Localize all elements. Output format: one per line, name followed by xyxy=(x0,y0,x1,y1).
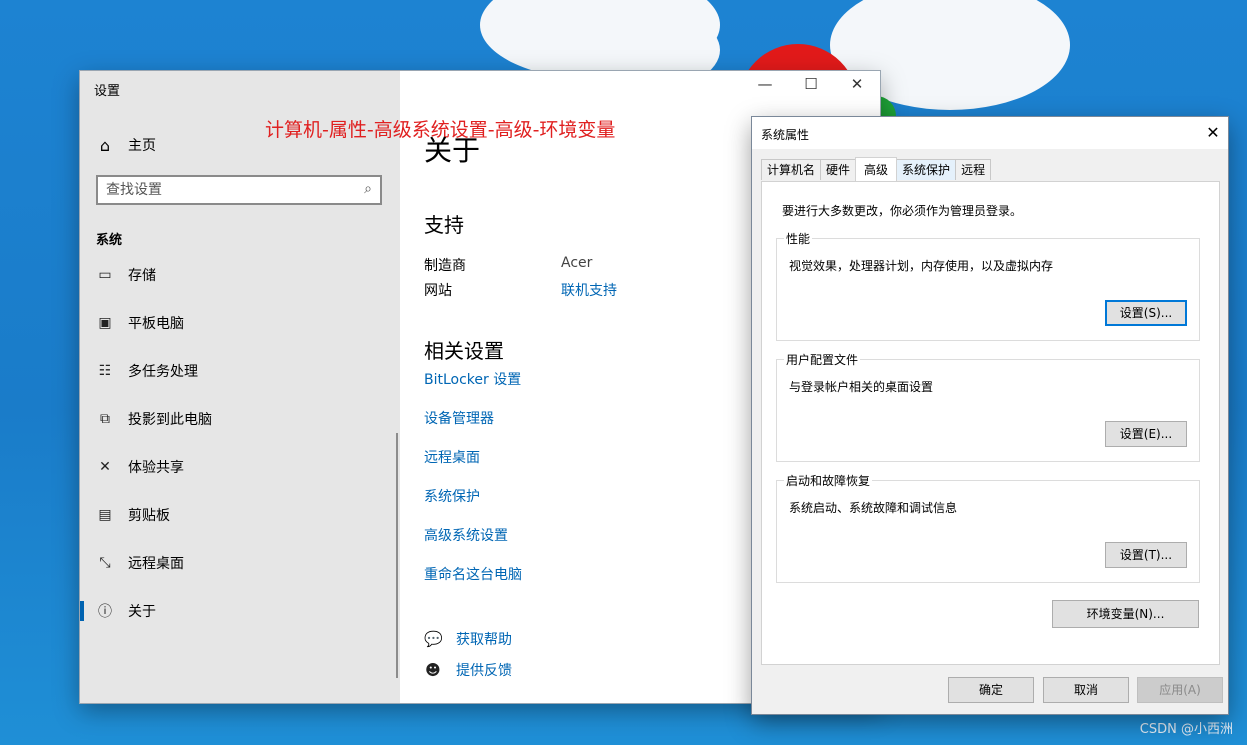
dialog-title: 系统属性 xyxy=(761,128,810,142)
feedback-icon: ☻ xyxy=(425,661,441,679)
sidebar-item-label: 平板电脑 xyxy=(128,316,184,332)
link-advanced-system-settings[interactable]: 高级系统设置 xyxy=(424,525,508,545)
apply-button[interactable]: 应用(A) xyxy=(1137,677,1223,703)
advanced-tab-panel: 要进行大多数更改，你必须作为管理员登录。 性能 视觉效果，处理器计划，内存使用，… xyxy=(761,181,1220,665)
info-icon: ⓘ xyxy=(98,604,112,620)
website-link[interactable]: 联机支持 xyxy=(561,280,617,300)
performance-group: 性能 视觉效果，处理器计划，内存使用，以及虚拟内存 设置(S)... xyxy=(776,230,1200,341)
performance-settings-button[interactable]: 设置(S)... xyxy=(1105,300,1187,326)
sidebar-item-storage[interactable]: ▭ 存储 xyxy=(80,251,400,299)
link-bitlocker[interactable]: BitLocker 设置 xyxy=(424,369,521,389)
tab-remote[interactable]: 远程 xyxy=(955,159,992,180)
multitask-icon: ☷ xyxy=(98,363,112,379)
environment-variables-button[interactable]: 环境变量(N)... xyxy=(1052,600,1199,628)
startup-recovery-group: 启动和故障恢复 系统启动、系统故障和调试信息 设置(T)... xyxy=(776,472,1200,583)
tab-computer-name[interactable]: 计算机名 xyxy=(761,159,822,180)
window-title: 设置 xyxy=(94,84,121,99)
search-box[interactable]: ⌕ xyxy=(96,175,382,205)
dialog-close-button[interactable]: ✕ xyxy=(1198,117,1228,149)
storage-icon: ▭ xyxy=(98,267,112,283)
sidebar-item-label: 关于 xyxy=(128,604,156,620)
user-profiles-group: 用户配置文件 与登录帐户相关的桌面设置 设置(E)... xyxy=(776,351,1200,462)
dialog-tabs: 计算机名 硬件 高级 系统保护 远程 xyxy=(761,157,992,181)
sidebar-section-heading: 系统 xyxy=(96,233,123,248)
home-label: 主页 xyxy=(128,138,156,154)
tab-hardware[interactable]: 硬件 xyxy=(820,159,857,180)
feedback-link[interactable]: ☻ 提供反馈 xyxy=(424,660,512,680)
sidebar-scrollbar[interactable] xyxy=(396,433,398,678)
sidebar-home[interactable]: ⌂ 主页 xyxy=(96,135,156,155)
sidebar-item-remote-desktop[interactable]: ⤡ 远程桌面 xyxy=(80,539,400,587)
tablet-icon: ▣ xyxy=(98,315,112,331)
tab-system-protection[interactable]: 系统保护 xyxy=(896,159,957,180)
dialog-titlebar: 系统属性 ✕ xyxy=(752,117,1228,149)
tab-advanced[interactable]: 高级 xyxy=(855,157,898,181)
get-help-link[interactable]: 💬 获取帮助 xyxy=(424,629,512,649)
sidebar-item-label: 投影到此电脑 xyxy=(128,412,212,428)
link-device-manager[interactable]: 设备管理器 xyxy=(424,408,494,428)
sidebar-item-label: 剪贴板 xyxy=(128,508,170,524)
admin-note: 要进行大多数更改，你必须作为管理员登录。 xyxy=(782,204,1023,218)
website-label: 网站 xyxy=(424,283,452,299)
group-description: 与登录帐户相关的桌面设置 xyxy=(789,380,934,394)
feedback-label: 提供反馈 xyxy=(456,663,512,679)
search-icon[interactable]: ⌕ xyxy=(364,181,372,197)
help-chat-icon: 💬 xyxy=(424,630,443,648)
watermark: CSDN @小西洲 xyxy=(1139,722,1233,737)
settings-sidebar: 设置 ⌂ 主页 ⌕ 系统 ▭ 存储 ▣ 平板电脑 ☷ 多任务处理 ⧉ xyxy=(80,71,400,703)
related-settings-heading: 相关设置 xyxy=(424,339,504,363)
group-label: 启动和故障恢复 xyxy=(784,472,873,489)
sidebar-item-label: 存储 xyxy=(128,268,156,284)
sidebar-item-share[interactable]: ✕ 体验共享 xyxy=(80,443,400,491)
group-description: 视觉效果，处理器计划，内存使用，以及虚拟内存 xyxy=(789,259,1054,273)
sidebar-item-label: 体验共享 xyxy=(128,460,184,476)
manufacturer-label: 制造商 xyxy=(424,258,466,274)
sidebar-item-project[interactable]: ⧉ 投影到此电脑 xyxy=(80,395,400,443)
remote-desktop-icon: ⤡ xyxy=(99,555,111,571)
sidebar-item-multitask[interactable]: ☷ 多任务处理 xyxy=(80,347,400,395)
share-icon: ✕ xyxy=(99,459,111,475)
page-title: 关于 xyxy=(424,134,481,167)
system-properties-dialog: 系统属性 ✕ 计算机名 硬件 高级 系统保护 远程 要进行大多数更改，你必须作为… xyxy=(752,117,1228,714)
project-icon: ⧉ xyxy=(100,411,110,427)
sidebar-item-label: 远程桌面 xyxy=(128,556,184,572)
user-profiles-settings-button[interactable]: 设置(E)... xyxy=(1105,421,1187,447)
home-icon: ⌂ xyxy=(99,135,111,155)
group-description: 系统启动、系统故障和调试信息 xyxy=(789,501,958,515)
link-rename-pc[interactable]: 重命名这台电脑 xyxy=(424,564,522,584)
sidebar-item-clipboard[interactable]: ▤ 剪贴板 xyxy=(80,491,400,539)
sidebar-item-label: 多任务处理 xyxy=(128,364,198,380)
sidebar-item-about[interactable]: ⓘ 关于 xyxy=(80,587,400,635)
link-remote-desktop[interactable]: 远程桌面 xyxy=(424,447,480,467)
group-label: 性能 xyxy=(784,230,813,247)
manufacturer-value: Acer xyxy=(561,255,593,271)
clipboard-icon: ▤ xyxy=(98,507,112,523)
get-help-label: 获取帮助 xyxy=(456,632,512,648)
sidebar-item-tablet[interactable]: ▣ 平板电脑 xyxy=(80,299,400,347)
group-label: 用户配置文件 xyxy=(784,351,861,368)
sidebar-nav: ▭ 存储 ▣ 平板电脑 ☷ 多任务处理 ⧉ 投影到此电脑 ✕ 体验共享 ▤ 剪贴… xyxy=(80,251,400,635)
support-heading: 支持 xyxy=(424,213,464,237)
search-input[interactable] xyxy=(98,177,354,203)
startup-recovery-settings-button[interactable]: 设置(T)... xyxy=(1105,542,1187,568)
ok-button[interactable]: 确定 xyxy=(948,677,1034,703)
cancel-button[interactable]: 取消 xyxy=(1043,677,1129,703)
link-system-protection[interactable]: 系统保护 xyxy=(424,486,480,506)
